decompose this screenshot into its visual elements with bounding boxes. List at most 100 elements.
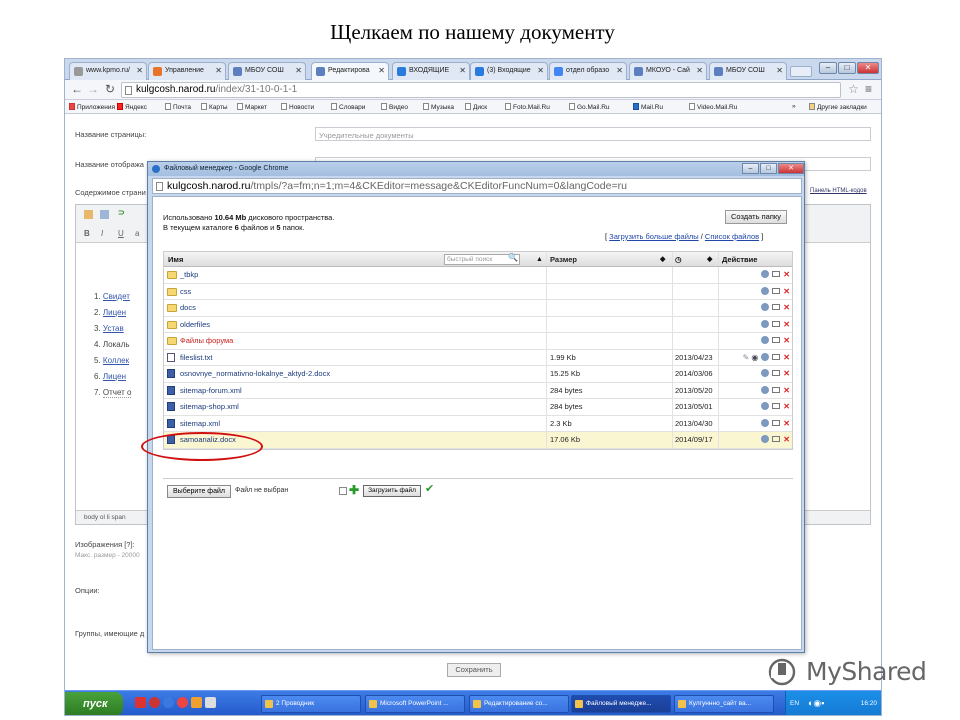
bookmark-item[interactable]: Go.Mail.Ru: [569, 103, 610, 111]
html-panel-link[interactable]: Панель HTML-кодов: [810, 188, 867, 194]
list-link[interactable]: Локаль: [103, 340, 130, 349]
taskbar-item[interactable]: Файловый менедже...: [571, 695, 671, 713]
delete-icon[interactable]: ✕: [783, 353, 790, 362]
sort-up-icon[interactable]: ▲: [536, 252, 543, 267]
delete-icon[interactable]: ✕: [783, 369, 790, 378]
save-button[interactable]: Сохранить: [447, 663, 501, 677]
close-tab-icon[interactable]: ✕: [616, 66, 623, 75]
maximize-button[interactable]: □: [838, 62, 856, 74]
minimize-button[interactable]: –: [819, 62, 837, 74]
file-name[interactable]: osnovnye_normativno-lokalnye_aktyd-2.doc…: [164, 366, 546, 382]
info-icon[interactable]: [761, 385, 770, 394]
delete-icon[interactable]: ✕: [783, 419, 790, 428]
start-button[interactable]: пуск: [65, 692, 123, 715]
ie-icon[interactable]: [163, 697, 174, 708]
file-list-link[interactable]: Список файлов: [705, 232, 759, 241]
info-icon[interactable]: [761, 319, 770, 328]
file-name[interactable]: css: [164, 284, 546, 300]
move-icon[interactable]: [772, 287, 781, 294]
bookmark-star-icon[interactable]: ☆: [848, 82, 859, 96]
bookmark-item[interactable]: Карты: [201, 103, 228, 111]
close-tab-icon[interactable]: ✕: [776, 66, 783, 75]
dialog-maximize-button[interactable]: □: [760, 163, 777, 174]
sort-date-icon[interactable]: ◆: [707, 252, 712, 267]
bookmark-item[interactable]: Яндекс: [117, 103, 147, 111]
bookmark-item[interactable]: Почта: [165, 103, 191, 111]
close-tab-icon[interactable]: ✕: [537, 66, 544, 75]
file-name[interactable]: fileslist.txt: [164, 350, 546, 366]
move-icon[interactable]: [772, 403, 781, 409]
bookmark-item[interactable]: Видео: [381, 103, 408, 111]
bookmark-item[interactable]: Video.Mail.Ru: [689, 103, 737, 111]
add-icon[interactable]: ✚: [349, 483, 359, 497]
tab-6[interactable]: отдел образо ✕: [549, 62, 627, 80]
tray-icons[interactable]: ◐◉▪: [808, 698, 824, 709]
file-name[interactable]: docs: [164, 300, 546, 316]
dialog-close-button[interactable]: ✕: [778, 163, 804, 174]
file-row[interactable]: Файлы форума ✕: [164, 333, 792, 350]
bookmark-item[interactable]: Приложения: [69, 103, 115, 111]
close-tab-icon[interactable]: ✕: [215, 66, 222, 75]
info-icon[interactable]: [761, 418, 770, 427]
opera-icon[interactable]: [149, 697, 160, 708]
bookmark-item[interactable]: Словари: [331, 103, 365, 111]
file-row[interactable]: olderfiles ✕: [164, 316, 792, 333]
tab-4[interactable]: ВХОДЯЩИЕ ✕: [392, 62, 470, 80]
info-icon[interactable]: [761, 369, 770, 377]
move-icon[interactable]: [772, 419, 781, 426]
undo-icon[interactable]: ⊃: [118, 208, 125, 217]
taskbar-item[interactable]: 2 Проводник: [261, 695, 361, 713]
move-icon[interactable]: [772, 386, 781, 393]
format-button[interactable]: a: [135, 229, 139, 238]
move-icon[interactable]: [772, 337, 781, 343]
bookmark-item[interactable]: Foto.Mail.Ru: [505, 103, 550, 111]
bookmark-item[interactable]: Mail.Ru: [633, 103, 663, 111]
file-row[interactable]: _tbkp ✕: [164, 267, 792, 284]
edit-icon[interactable]: ✎: [743, 353, 750, 362]
view-icon[interactable]: ◉: [751, 353, 758, 362]
info-icon[interactable]: [761, 270, 770, 278]
delete-icon[interactable]: ✕: [783, 435, 790, 444]
bookmark-item[interactable]: Диск: [465, 103, 487, 111]
info-icon[interactable]: [761, 402, 770, 410]
taskbar-item[interactable]: Кулгуннно_сайт ва...: [674, 695, 774, 713]
info-icon[interactable]: [761, 336, 770, 344]
list-link[interactable]: Отчет о: [102, 388, 132, 398]
col-size[interactable]: Размер: [546, 252, 672, 266]
file-name[interactable]: Файлы форума: [164, 333, 546, 349]
language-indicator[interactable]: EN: [790, 700, 799, 707]
close-tab-icon[interactable]: ✕: [378, 66, 385, 75]
info-icon[interactable]: [761, 286, 770, 295]
tab-3[interactable]: Редактирова ✕: [311, 62, 389, 80]
file-row[interactable]: osnovnye_normativno-lokalnye_aktyd-2.doc…: [164, 366, 792, 383]
info-icon[interactable]: [761, 352, 770, 361]
close-window-button[interactable]: ✕: [857, 62, 879, 74]
move-icon[interactable]: [772, 370, 781, 376]
list-link[interactable]: Свидет: [103, 292, 130, 301]
file-row[interactable]: fileslist.txt 1.99 Kb 2013/04/23 ✎ ◉ ✕: [164, 349, 792, 366]
file-name[interactable]: sitemap-shop.xml: [164, 399, 546, 415]
paste-text-icon[interactable]: [100, 210, 109, 219]
bookmark-item[interactable]: Новости: [281, 103, 314, 111]
upload-more-link[interactable]: Загрузить больше файлы: [609, 232, 698, 241]
quicklaunch-icon[interactable]: [135, 697, 146, 708]
file-name[interactable]: sitemap.xml: [164, 416, 546, 432]
address-bar[interactable]: kulgcosh.narod.ru/index/31-10-0-1-1: [121, 82, 841, 98]
tab-0[interactable]: www.kpmo.ru/ ✕: [69, 62, 147, 80]
list-link[interactable]: Коллек: [103, 356, 129, 365]
taskbar-item[interactable]: Microsoft PowerPoint ...: [365, 695, 465, 713]
format-button[interactable]: I: [101, 229, 103, 238]
file-row[interactable]: sitemap-forum.xml 284 bytes 2013/05/20 ✕: [164, 382, 792, 399]
menu-icon[interactable]: ≡: [865, 82, 872, 96]
back-icon[interactable]: ←: [71, 83, 83, 96]
tab-8[interactable]: МБОУ СОШ ✕: [709, 62, 787, 80]
move-icon[interactable]: [772, 320, 781, 327]
tab-2[interactable]: МБОУ СОШ ✕: [228, 62, 306, 80]
file-row[interactable]: css ✕: [164, 283, 792, 300]
info-icon[interactable]: [761, 303, 770, 311]
sort-size-icon[interactable]: ◆: [660, 252, 665, 267]
close-tab-icon[interactable]: ✕: [136, 66, 143, 75]
bookmarks-more[interactable]: »: [792, 103, 796, 110]
delete-icon[interactable]: ✕: [783, 386, 790, 395]
file-name[interactable]: sitemap-forum.xml: [164, 383, 546, 399]
